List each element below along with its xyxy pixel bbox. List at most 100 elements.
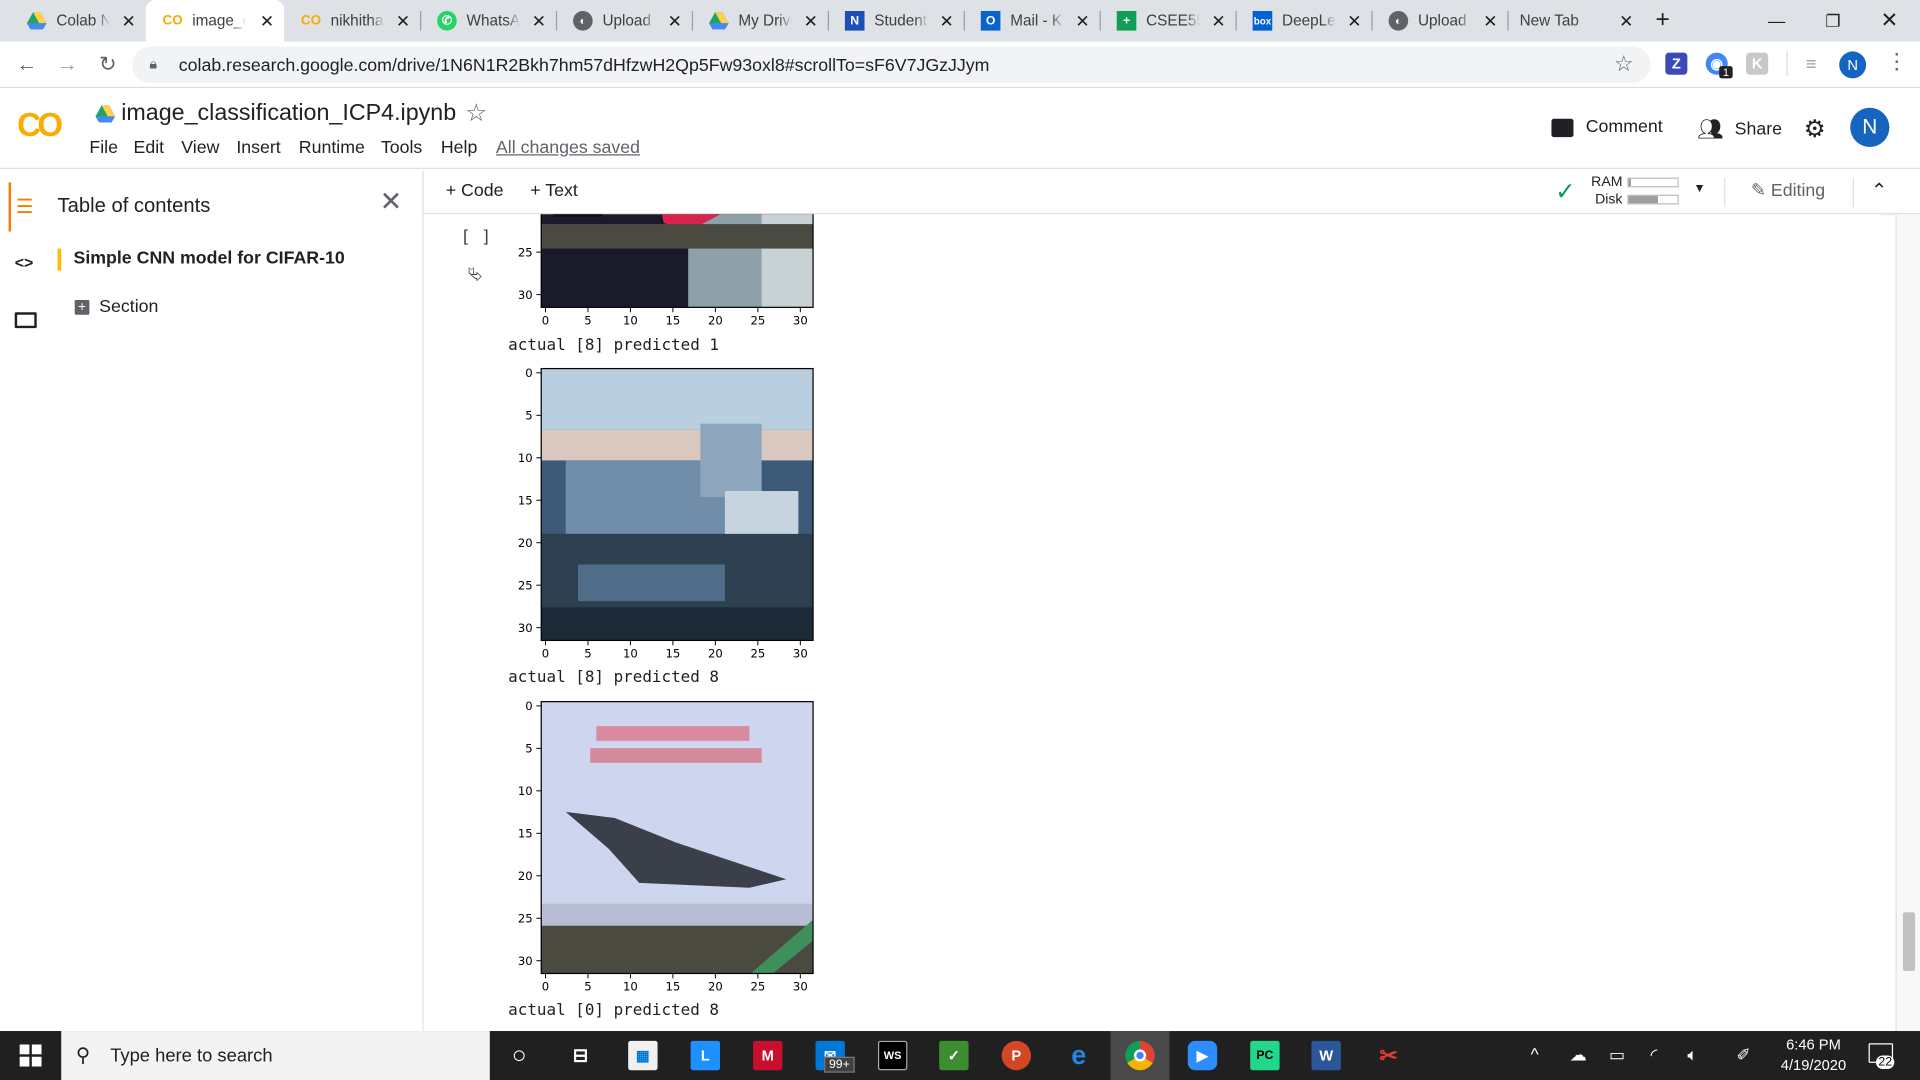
menu-help[interactable]: Help <box>441 138 478 158</box>
prediction-label: actual [0] predicted 8 <box>508 1001 720 1021</box>
browser-tab[interactable]: Colab N ✕ <box>10 0 146 42</box>
disk-meter[interactable] <box>1627 194 1679 205</box>
toc-item[interactable]: Section <box>99 298 158 318</box>
notebook-title[interactable]: image_classification_ICP4.ipynb <box>121 100 456 127</box>
browser-tab[interactable]: N Student ✕ <box>828 0 964 42</box>
browser-tab[interactable]: ✆ WhatsAp ✕ <box>420 0 556 42</box>
address-bar[interactable]: 🔒︎ colab.research.google.com/drive/1N6N1… <box>132 46 1651 84</box>
scrollbar-track[interactable] <box>1895 214 1920 1032</box>
google-drive-icon <box>708 11 729 31</box>
browser-toolbar: ← → ↻ 🔒︎ colab.research.google.com/drive… <box>0 41 1920 89</box>
close-icon[interactable]: ✕ <box>1075 11 1089 31</box>
battery-icon[interactable]: ▭ <box>1609 1044 1625 1065</box>
url-text[interactable]: colab.research.google.com/drive/1N6N1R2B… <box>179 56 990 76</box>
code-snippets-icon[interactable]: <> <box>15 253 34 271</box>
media-icon[interactable]: ≡ <box>1800 53 1822 75</box>
close-icon[interactable]: ✕ <box>380 186 403 218</box>
browser-tab[interactable]: ◐ Upload ✕ <box>1371 0 1507 42</box>
forward-icon[interactable]: → <box>51 49 83 81</box>
menu-tools[interactable]: Tools <box>381 138 422 158</box>
close-icon[interactable]: ✕ <box>532 11 546 31</box>
powerpoint-icon[interactable]: P <box>1001 1040 1032 1071</box>
browser-tab[interactable]: + CSEE555 ✕ <box>1100 0 1236 42</box>
reload-icon[interactable]: ↻ <box>92 49 124 81</box>
word-icon[interactable]: W <box>1311 1040 1341 1071</box>
toc-item[interactable]: Simple CNN model for CIFAR-10 <box>73 249 344 269</box>
toc-icon[interactable]: ☰ <box>16 195 34 219</box>
chrome-menu-icon[interactable]: ⋮ <box>1886 49 1908 75</box>
star-icon[interactable]: ☆ <box>465 98 487 129</box>
back-icon[interactable]: ← <box>11 49 43 81</box>
add-text-button[interactable]: + Text <box>530 181 578 201</box>
window-close-icon[interactable]: ✕ <box>1861 0 1917 42</box>
zoom-icon[interactable]: ▶ <box>1187 1040 1218 1071</box>
snipping-tool-icon[interactable]: ✂ <box>1374 1041 1403 1070</box>
scrollbar-thumb[interactable] <box>1902 912 1916 972</box>
save-status[interactable]: All changes saved <box>496 138 640 158</box>
settings-gear-icon[interactable]: ⚙ <box>1804 114 1826 145</box>
cortana-icon[interactable]: ○ <box>504 1041 533 1070</box>
browser-tab[interactable]: box DeepLea ✕ <box>1236 0 1372 42</box>
app-icon[interactable]: ✓ <box>939 1040 969 1071</box>
taskbar-search-box[interactable]: ⚲ Type here to search <box>61 1031 490 1080</box>
onedrive-cloud-icon[interactable]: ☁ <box>1570 1044 1587 1065</box>
task-view-icon[interactable]: ⊟ <box>566 1041 595 1070</box>
close-icon[interactable]: ✕ <box>804 11 818 31</box>
menu-edit[interactable]: Edit <box>133 138 164 158</box>
browser-tab[interactable]: O Mail - K ✕ <box>964 0 1100 42</box>
restore-icon[interactable]: ❐ <box>1805 0 1861 42</box>
close-icon[interactable]: ✕ <box>940 11 954 31</box>
pycharm-icon[interactable]: PC <box>1250 1040 1280 1071</box>
colab-logo[interactable]: CO <box>17 107 63 145</box>
folder-icon[interactable] <box>14 312 37 329</box>
chrome-icon[interactable] <box>1125 1040 1155 1071</box>
browser-tab[interactable]: CO nikhitha ✕ <box>284 0 420 42</box>
edge-icon[interactable]: e <box>1064 1040 1093 1071</box>
comment-button[interactable]: Comment <box>1551 118 1663 137</box>
ram-meter[interactable] <box>1627 177 1679 188</box>
windows-start-button[interactable] <box>0 1031 61 1080</box>
browser-tab-active[interactable]: CO image_c ✕ <box>145 0 285 42</box>
close-icon[interactable]: ✕ <box>1211 11 1225 31</box>
minimize-icon[interactable]: — <box>1749 0 1805 42</box>
close-icon[interactable]: ✕ <box>1347 11 1361 31</box>
left-rail: ☰ <> <box>0 170 47 1032</box>
resources-dropdown-icon[interactable]: ▼ <box>1693 182 1705 195</box>
wifi-icon[interactable]: ◜ <box>1651 1044 1658 1065</box>
bookmark-star-icon[interactable]: ☆ <box>1614 51 1634 77</box>
browser-tab[interactable]: ◐ Upload ✕ <box>556 0 692 42</box>
volume-icon[interactable]: 🔈︎ <box>1687 1044 1697 1065</box>
browser-tab[interactable]: New Tab ✕ <box>1507 0 1643 42</box>
browser-tab-strip: Colab N ✕ CO image_c ✕ CO nikhitha ✕ ✆ W… <box>0 0 1920 42</box>
editing-mode-button[interactable]: ✎ Editing <box>1751 181 1825 201</box>
share-button[interactable]: 👥︎ Share <box>1697 118 1782 142</box>
close-icon[interactable]: ✕ <box>260 11 274 31</box>
zotero-extension-icon[interactable]: Z <box>1665 52 1688 75</box>
google-drive-icon[interactable] <box>95 105 116 128</box>
taskbar-clock[interactable]: 6:46 PM 4/19/2020 <box>1771 1035 1857 1077</box>
close-icon[interactable]: ✕ <box>1483 11 1497 31</box>
mcafee-icon[interactable]: M <box>753 1040 783 1071</box>
menu-runtime[interactable]: Runtime <box>299 138 365 158</box>
add-code-button[interactable]: + Code <box>446 181 504 201</box>
webstorm-icon[interactable]: WS <box>877 1040 908 1071</box>
app-l-icon[interactable]: L <box>690 1040 721 1071</box>
collapse-chevron-up-icon[interactable]: ⌃ <box>1871 179 1887 203</box>
new-tab-button[interactable]: + <box>1656 6 1670 34</box>
browser-tab[interactable]: My Drive ✕ <box>692 0 828 42</box>
store-icon[interactable]: ▦ <box>628 1040 658 1071</box>
menu-view[interactable]: View <box>181 138 219 158</box>
people-icon: 👥︎ <box>1697 117 1724 141</box>
close-icon[interactable]: ✕ <box>122 11 136 31</box>
expand-plus-icon[interactable]: + <box>74 300 90 315</box>
close-icon[interactable]: ✕ <box>1619 11 1633 31</box>
show-hidden-icons-chevron[interactable]: ^ <box>1531 1044 1539 1064</box>
extension-icon[interactable]: K <box>1746 52 1769 75</box>
menu-insert[interactable]: Insert <box>236 138 280 158</box>
profile-avatar[interactable]: N <box>1839 51 1867 79</box>
close-icon[interactable]: ✕ <box>668 11 682 31</box>
close-icon[interactable]: ✕ <box>396 11 410 31</box>
menu-file[interactable]: File <box>89 138 118 158</box>
pen-icon[interactable]: ✐ <box>1736 1044 1750 1065</box>
account-avatar[interactable]: N <box>1850 107 1890 147</box>
